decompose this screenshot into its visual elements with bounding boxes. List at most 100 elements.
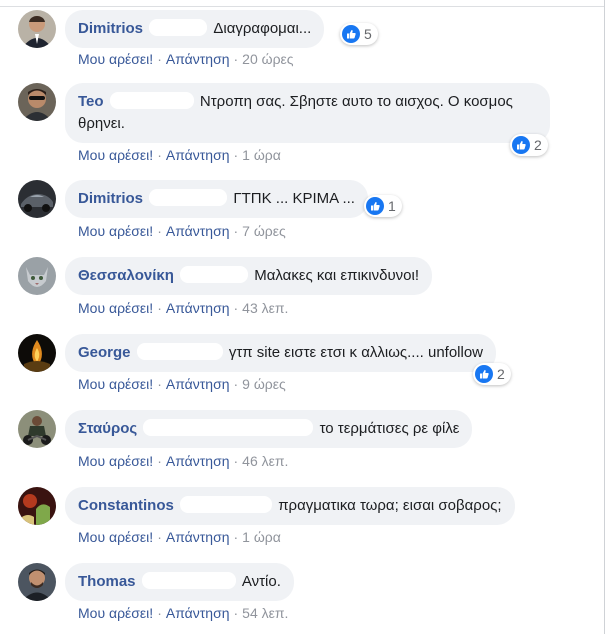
timestamp[interactable]: 20 ώρες xyxy=(242,51,293,67)
comment-actions: Μου αρέσει! · Απάντηση · 1 ώρα xyxy=(78,146,281,164)
like-reaction-icon xyxy=(512,136,530,154)
comment-actions: Μου αρέσει! · Απάντηση · 7 ώρες xyxy=(78,222,286,240)
avatar-candle[interactable] xyxy=(18,334,56,372)
comment-text: Μαλακες και επικινδυνοι! xyxy=(254,267,420,284)
commenter-name[interactable]: Dimitrios xyxy=(78,190,143,207)
timestamp[interactable]: 54 λεπ. xyxy=(242,605,288,621)
avatar-man-portrait[interactable] xyxy=(18,563,56,601)
separator: · xyxy=(157,300,162,316)
like-link[interactable]: Μου αρέσει! xyxy=(78,376,153,392)
like-reaction-icon xyxy=(475,365,493,383)
commenter-name[interactable]: Θεσσαλονίκη xyxy=(78,267,174,284)
comment-bubble: Dimitrios ΓΤΠΚ ... ΚΡΙΜΑ ... xyxy=(65,180,368,218)
like-link[interactable]: Μου αρέσει! xyxy=(78,51,153,67)
separator: · xyxy=(157,51,162,67)
comment-actions: Μου αρέσει! · Απάντηση · 20 ώρες xyxy=(78,50,294,68)
timestamp[interactable]: 1 ώρα xyxy=(242,529,281,545)
reaction-count[interactable]: 2 xyxy=(510,134,548,156)
reaction-number: 2 xyxy=(534,137,542,153)
avatar-cat[interactable] xyxy=(18,257,56,295)
commenter-name[interactable]: Teo xyxy=(78,93,104,110)
timestamp[interactable]: 43 λεπ. xyxy=(242,300,288,316)
reply-link[interactable]: Απάντηση xyxy=(166,51,230,67)
timestamp[interactable]: 1 ώρα xyxy=(242,147,281,163)
redacted-name xyxy=(136,343,223,360)
separator: · xyxy=(157,376,162,392)
separator: · xyxy=(233,605,239,621)
separator: · xyxy=(233,51,239,67)
separator: · xyxy=(233,147,239,163)
avatar-car[interactable] xyxy=(18,180,56,218)
comment-actions: Μου αρέσει! · Απάντηση · 46 λεπ. xyxy=(78,452,288,470)
comment-text: ΓΤΠΚ ... ΚΡΙΜΑ ... xyxy=(233,190,355,207)
like-reaction-icon xyxy=(342,25,360,43)
reply-link[interactable]: Απάντηση xyxy=(166,529,230,545)
redacted-name xyxy=(180,266,249,283)
separator: · xyxy=(157,453,162,469)
comment-text: γτπ site ειστε ετσι κ αλλιως.... unfollo… xyxy=(228,344,484,361)
reaction-number: 2 xyxy=(497,366,505,382)
commenter-name[interactable]: Dimitrios xyxy=(78,20,143,37)
redacted-name xyxy=(109,92,194,109)
separator: · xyxy=(233,223,239,239)
comment-bubble: George γτπ site ειστε ετσι κ αλλιως.... … xyxy=(65,334,497,372)
comment-bubble: Constantinos πραγματικα τωρα; εισαι σοβα… xyxy=(65,487,515,525)
top-border xyxy=(0,0,605,7)
reaction-number: 1 xyxy=(388,198,396,214)
redacted-name xyxy=(149,189,228,206)
timestamp[interactable]: 46 λεπ. xyxy=(242,453,288,469)
redacted-name xyxy=(180,496,273,513)
like-link[interactable]: Μου αρέσει! xyxy=(78,300,153,316)
separator: · xyxy=(157,605,162,621)
comment-actions: Μου αρέσει! · Απάντηση · 9 ώρες xyxy=(78,375,286,393)
avatar-man-sunglasses[interactable] xyxy=(18,83,56,121)
reply-link[interactable]: Απάντηση xyxy=(166,223,230,239)
timestamp[interactable]: 7 ώρες xyxy=(242,223,286,239)
comment-text: πραγματικα τωρα; εισαι σοβαρος; xyxy=(278,497,502,514)
comment-actions: Μου αρέσει! · Απάντηση · 1 ώρα xyxy=(78,528,281,546)
separator: · xyxy=(157,529,162,545)
comment-bubble: Θεσσαλονίκη Μαλακες και επικινδυνοι! xyxy=(65,257,433,295)
commenter-name[interactable]: Σταύρος xyxy=(78,420,137,437)
separator: · xyxy=(233,453,239,469)
avatar-motorbike[interactable] xyxy=(18,410,56,448)
like-link[interactable]: Μου αρέσει! xyxy=(78,605,153,621)
separator: · xyxy=(233,300,239,316)
like-link[interactable]: Μου αρέσει! xyxy=(78,223,153,239)
reaction-number: 5 xyxy=(364,26,372,42)
separator: · xyxy=(157,147,162,163)
reply-link[interactable]: Απάντηση xyxy=(166,147,230,163)
redacted-name xyxy=(149,19,208,36)
reply-link[interactable]: Απάντηση xyxy=(166,605,230,621)
comment-bubble: Thomas Αντίο. xyxy=(65,563,294,601)
like-link[interactable]: Μου αρέσει! xyxy=(78,529,153,545)
comment-actions: Μου αρέσει! · Απάντηση · 54 λεπ. xyxy=(78,604,288,622)
avatar-man-suit[interactable] xyxy=(18,10,56,48)
timestamp[interactable]: 9 ώρες xyxy=(242,376,286,392)
reply-link[interactable]: Απάντηση xyxy=(166,453,230,469)
separator: · xyxy=(233,376,239,392)
comment-text: Αντίο. xyxy=(241,573,281,590)
comment-text: το τερμάτισες ρε φίλε xyxy=(319,420,460,437)
like-link[interactable]: Μου αρέσει! xyxy=(78,453,153,469)
reaction-count[interactable]: 5 xyxy=(340,23,378,45)
reply-link[interactable]: Απάντηση xyxy=(166,300,230,316)
like-reaction-icon xyxy=(366,197,384,215)
redacted-name xyxy=(143,419,314,436)
separator: · xyxy=(157,223,162,239)
separator: · xyxy=(233,529,239,545)
reaction-count[interactable]: 1 xyxy=(364,195,402,217)
avatar-red-scene[interactable] xyxy=(18,487,56,525)
comment-bubble: Dimitrios Διαγραφομαι... xyxy=(65,10,325,48)
commenter-name[interactable]: Constantinos xyxy=(78,497,174,514)
redacted-name xyxy=(141,572,236,589)
comment-bubble: Σταύρος το τερμάτισες ρε φίλε xyxy=(65,410,473,448)
reply-link[interactable]: Απάντηση xyxy=(166,376,230,392)
comment-actions: Μου αρέσει! · Απάντηση · 43 λεπ. xyxy=(78,299,288,317)
reaction-count[interactable]: 2 xyxy=(473,363,511,385)
comment-bubble: Teo Ντροπη σας. Σβηστε αυτο το αισχος. Ο… xyxy=(65,83,550,143)
comment-text: Διαγραφομαι... xyxy=(213,20,312,37)
commenter-name[interactable]: Thomas xyxy=(78,573,136,590)
commenter-name[interactable]: George xyxy=(78,344,131,361)
like-link[interactable]: Μου αρέσει! xyxy=(78,147,153,163)
